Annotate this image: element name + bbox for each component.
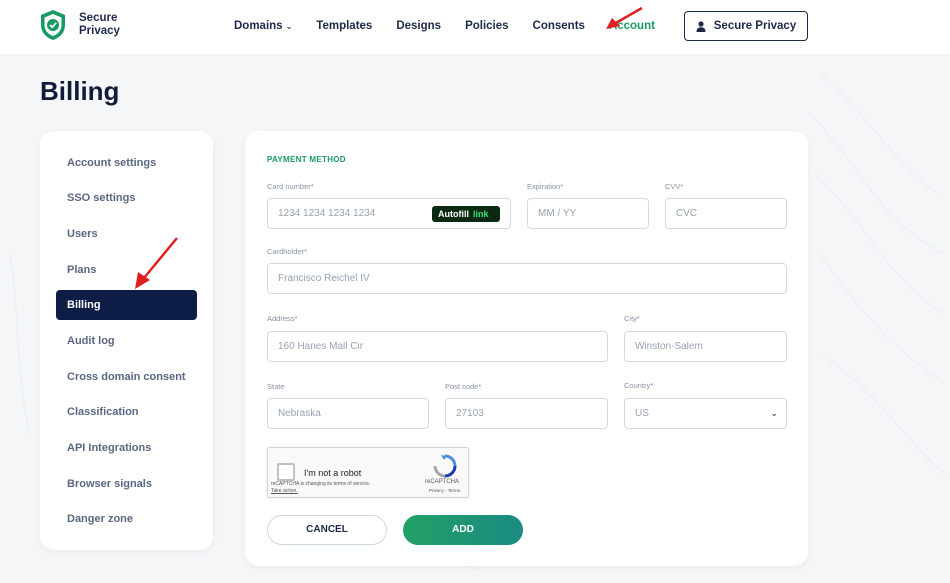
account-sidebar: Account settings SSO settings Users Plan… <box>40 131 213 550</box>
page-title: Billing <box>40 76 120 106</box>
nav-domains-label: Domains <box>234 20 283 32</box>
sidebar-item-browser-signals[interactable]: Browser signals <box>56 469 197 499</box>
post-code-input[interactable]: 27103 <box>445 398 608 429</box>
sidebar-item-sso-settings[interactable]: SSO settings <box>56 183 197 213</box>
user-account-label: Secure Privacy <box>713 20 797 32</box>
annotation-arrow-icon <box>606 6 643 29</box>
sidebar-item-classification[interactable]: Classification <box>56 397 197 427</box>
card-number-input[interactable]: 1234 1234 1234 1234 Autofill link <box>267 198 511 229</box>
card-number-placeholder: 1234 1234 1234 1234 <box>278 208 376 219</box>
state-label: State <box>267 382 285 391</box>
recaptcha-brand: reCAPTCHA <box>424 479 459 485</box>
sidebar-item-cross-domain-consent[interactable]: Cross domain consent <box>56 362 197 392</box>
post-code-label: Post code* <box>445 382 482 391</box>
sidebar-item-billing[interactable]: Billing <box>56 290 197 320</box>
brand-name: Secure Privacy <box>79 12 120 38</box>
state-input[interactable]: Nebraska <box>267 398 429 429</box>
card-number-label: Card number* <box>267 182 314 191</box>
nav-consents[interactable]: Consents <box>533 20 585 32</box>
recaptcha-icon <box>433 454 457 478</box>
address-input[interactable]: 160 Hanes Mall Cir <box>267 331 608 362</box>
city-input[interactable]: Winston-Salem <box>624 331 787 362</box>
sidebar-item-account-settings[interactable]: Account settings <box>56 148 197 178</box>
top-navigation-bar: Secure Privacy Domains ⌄ Templates Design… <box>0 0 950 54</box>
user-account-button[interactable]: Secure Privacy <box>684 11 808 41</box>
city-label: City* <box>624 314 640 323</box>
country-selected-value: US <box>635 408 649 419</box>
section-title: PAYMENT METHOD <box>267 155 346 164</box>
recaptcha-widget: I'm not a robot reCAPTCHA is changing it… <box>267 447 469 498</box>
cardholder-label: Cardholder* <box>267 247 308 256</box>
add-button[interactable]: ADD <box>403 515 523 545</box>
expiration-input[interactable]: MM / YY <box>527 198 649 229</box>
user-icon <box>696 20 706 32</box>
nav-designs[interactable]: Designs <box>396 20 441 32</box>
recaptcha-notice: reCAPTCHA is changing its terms of servi… <box>271 481 370 495</box>
sidebar-item-danger-zone[interactable]: Danger zone <box>56 504 197 534</box>
address-label: Address* <box>267 314 298 323</box>
sidebar-item-api-integrations[interactable]: API Integrations <box>56 433 197 463</box>
recaptcha-checkbox[interactable] <box>277 463 295 481</box>
cvv-label: CVV* <box>665 182 684 191</box>
autofill-label: Autofill <box>438 209 469 219</box>
brand-name-line1: Secure <box>79 12 118 24</box>
cardholder-input[interactable]: Francisco Reichel IV <box>267 263 787 294</box>
expiration-label: Expiration* <box>527 182 564 191</box>
nav-policies[interactable]: Policies <box>465 20 508 32</box>
nav-domains[interactable]: Domains ⌄ <box>234 20 292 32</box>
nav-templates[interactable]: Templates <box>316 20 372 32</box>
chevron-down-icon: ⌄ <box>285 22 293 31</box>
payment-method-card: PAYMENT METHOD Card number* 1234 1234 12… <box>245 131 808 566</box>
annotation-arrow-icon <box>135 237 178 289</box>
autofill-link-button[interactable]: Autofill link <box>432 206 500 222</box>
brand-logo[interactable]: Secure Privacy <box>39 9 120 41</box>
brand-name-line2: Privacy <box>79 25 120 37</box>
cvv-input[interactable]: CVC <box>665 198 787 229</box>
cancel-button[interactable]: CANCEL <box>267 515 387 545</box>
autofill-link-text: link <box>473 209 489 219</box>
recaptcha-privacy-terms[interactable]: Privacy - Terms <box>429 488 460 493</box>
recaptcha-label: I'm not a robot <box>304 468 362 478</box>
chevron-down-icon: ⌄ <box>770 408 778 418</box>
country-select[interactable]: US ⌄ <box>624 398 787 429</box>
recaptcha-notice-text: reCAPTCHA is changing its terms of servi… <box>271 481 371 487</box>
sidebar-item-audit-log[interactable]: Audit log <box>56 326 197 356</box>
recaptcha-take-action-link[interactable]: Take action. <box>271 488 298 494</box>
country-label: Country* <box>624 381 654 390</box>
shield-check-icon <box>41 10 65 40</box>
